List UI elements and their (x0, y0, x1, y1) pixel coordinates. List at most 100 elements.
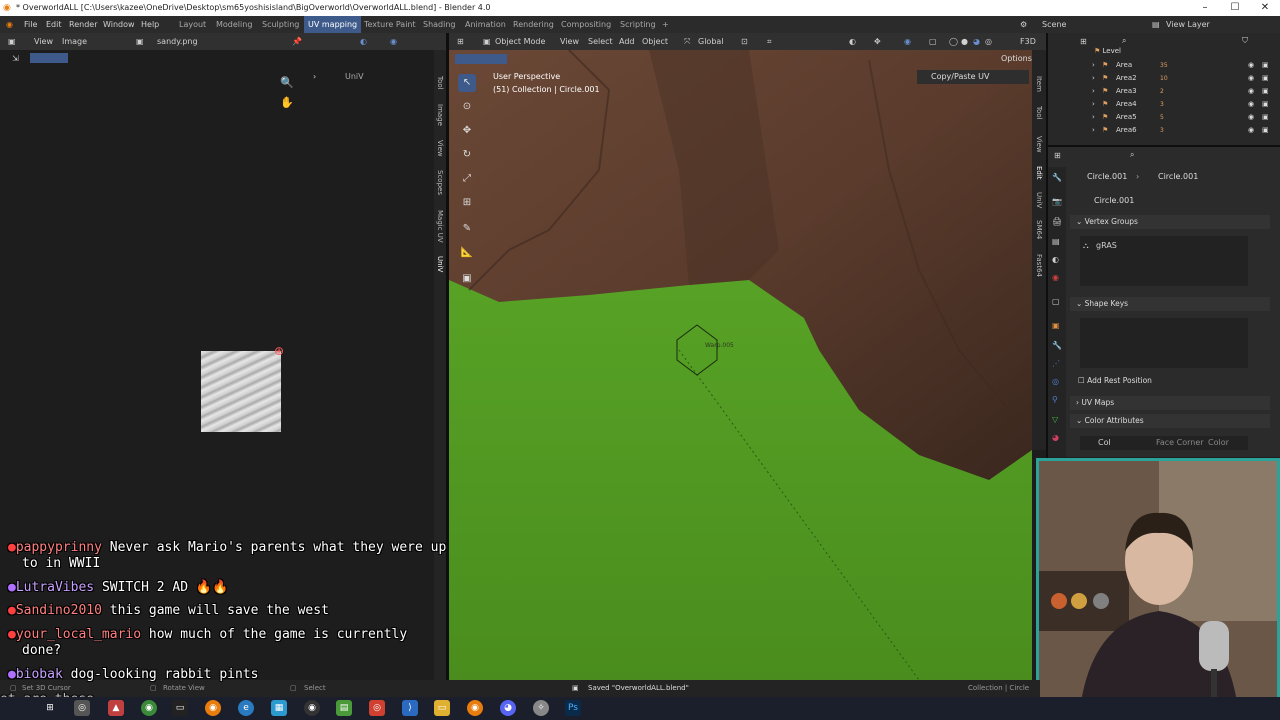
tab-rendering[interactable]: Rendering (513, 16, 554, 33)
zoom-icon[interactable]: 🔍 (280, 76, 294, 89)
data-props-icon[interactable]: ▽ (1052, 415, 1058, 424)
breadcrumb-mesh[interactable]: Circle.001 (1158, 172, 1198, 181)
view-layer-props-icon[interactable]: ▤ (1052, 237, 1060, 246)
obs-icon[interactable]: ◉ (304, 700, 320, 716)
particles-props-icon[interactable]: ⋰ (1052, 359, 1060, 368)
uv-box-select-icon[interactable] (30, 53, 68, 63)
taskbar-app-icon[interactable]: ◎ (74, 700, 90, 716)
blender-menu-icon[interactable]: ◉ (6, 16, 13, 33)
pin-icon[interactable]: 📌 (292, 33, 302, 50)
orientation-dropdown[interactable]: Global (698, 33, 724, 50)
blender-active-taskbar-icon[interactable]: ◉ (467, 700, 483, 716)
vp-tab-univ[interactable]: UniV (1035, 192, 1043, 208)
add-cube-tool-icon[interactable]: ▣ (458, 270, 476, 288)
constraints-props-icon[interactable]: ⚲ (1052, 395, 1058, 404)
taskbar-app-icon[interactable]: ▲ (108, 700, 124, 716)
notepad-icon[interactable]: ▤ (336, 700, 352, 716)
file-explorer-icon[interactable]: ▭ (434, 700, 450, 716)
gizmo-icon[interactable]: ✥ (874, 33, 881, 50)
uv-menu-image[interactable]: Image (62, 33, 87, 50)
viewport-3d[interactable]: Warp.005 User Perspective (51) Collectio… (449, 50, 1032, 680)
shading-wire-icon[interactable]: ◯ (949, 33, 958, 50)
viewport-overlay-icon[interactable]: ◉ (904, 33, 911, 50)
scene-selector[interactable]: Scene (1042, 16, 1066, 33)
transform-tool-icon[interactable]: ⊞ (458, 194, 476, 212)
render-camera-icon[interactable]: ▣ (1262, 111, 1269, 124)
vp-tab-tool[interactable]: Tool (1035, 106, 1043, 120)
shape-keys-header[interactable]: ⌄ Shape Keys (1070, 297, 1270, 311)
visibility-eye-icon[interactable]: ◉ (1248, 111, 1254, 124)
uv-view-controls-icon[interactable]: ◐ (360, 33, 367, 50)
taskbar-app-icon[interactable]: ▦ (271, 700, 287, 716)
taskbar-app-icon[interactable]: ✧ (533, 700, 549, 716)
breadcrumb-object[interactable]: Circle.001 (1087, 172, 1127, 181)
vp-tab-view[interactable]: View (1035, 136, 1043, 153)
xray-icon[interactable]: ▢ (929, 33, 937, 50)
mode-dropdown[interactable]: Object Mode (495, 33, 545, 50)
photoshop-icon[interactable]: Ps (565, 700, 581, 716)
tab-modeling[interactable]: Modeling (216, 16, 252, 33)
shape-keys-list[interactable] (1080, 318, 1248, 368)
outliner-search-icon[interactable]: ⌕ (1122, 36, 1126, 46)
tab-uv-mapping[interactable]: UV mapping (304, 16, 362, 33)
vp-tab-sm64[interactable]: SM64 (1035, 220, 1043, 239)
edge-icon[interactable]: e (238, 700, 254, 716)
move-tool-icon[interactable]: ✥ (458, 122, 476, 140)
visibility-eye-icon[interactable]: ◉ (1248, 98, 1254, 111)
viewport-editor-type-icon[interactable]: ⊞ (457, 33, 464, 50)
vp-tab-item[interactable]: Item (1035, 76, 1043, 92)
snap-icon[interactable]: ⌗ (767, 33, 772, 50)
render-camera-icon[interactable]: ▣ (1262, 72, 1269, 85)
vertex-groups-header[interactable]: ⌄ Vertex Groups (1070, 215, 1270, 229)
tab-sculpting[interactable]: Sculpting (262, 16, 299, 33)
minimize-button[interactable]: – (1190, 0, 1220, 16)
pan-hand-icon[interactable]: ✋ (280, 96, 294, 109)
rotate-tool-icon[interactable]: ↻ (458, 146, 476, 164)
viewport-select-mode-icon[interactable] (455, 54, 507, 64)
menu-window[interactable]: Window (103, 16, 135, 33)
view-layer-selector[interactable]: View Layer (1166, 16, 1210, 33)
properties-search-icon[interactable]: ⌕ (1130, 150, 1134, 160)
tab-layout[interactable]: Layout (179, 16, 206, 33)
color-attribute-row[interactable]: Col Face Corner Color (1080, 436, 1248, 450)
color-attributes-header[interactable]: ⌄ Color Attributes (1070, 414, 1270, 428)
editor-type-icon[interactable]: ▣ (8, 33, 16, 50)
viewport-menu-add[interactable]: Add (619, 33, 635, 50)
uv-tab-univ[interactable]: UniV (436, 256, 444, 272)
collection-props-icon[interactable]: ▢ (1052, 297, 1060, 306)
add-workspace-button[interactable]: + (662, 16, 669, 33)
visibility-eye-icon[interactable]: ◉ (1248, 72, 1254, 85)
image-browse-icon[interactable]: ▣ (136, 33, 144, 50)
vscode-icon[interactable]: ⟩ (402, 700, 418, 716)
render-props-icon[interactable]: 📷 (1052, 197, 1062, 206)
discord-icon[interactable]: ◕ (500, 700, 516, 716)
render-camera-icon[interactable]: ▣ (1262, 85, 1269, 98)
tab-texture-paint[interactable]: Texture Paint (364, 16, 416, 33)
viewport-menu-object[interactable]: Object (642, 33, 668, 50)
copy-paste-uv-panel[interactable]: Copy/Paste UV (917, 70, 1029, 84)
overlay-icon[interactable]: ◉ (390, 33, 397, 50)
output-props-icon[interactable]: 🖨 (1052, 217, 1062, 226)
terminal-icon[interactable]: ▭ (172, 700, 188, 716)
maximize-button[interactable]: ☐ (1220, 0, 1250, 16)
measure-tool-icon[interactable]: 📐 (458, 244, 476, 262)
chrome-icon[interactable]: ◉ (141, 700, 157, 716)
vp-tab-fast64[interactable]: Fast64 (1035, 254, 1043, 277)
menu-edit[interactable]: Edit (46, 16, 62, 33)
outliner-level[interactable]: ⚑ Level (1094, 45, 1121, 58)
image-name-field[interactable]: sandy.png (157, 33, 198, 50)
add-rest-position-checkbox[interactable]: ☐ (1078, 376, 1087, 385)
visibility-eye-icon[interactable]: ◉ (1248, 85, 1254, 98)
vertex-groups-list[interactable]: ⛬ gRAS (1080, 236, 1248, 286)
divider-uv-viewport[interactable] (446, 33, 449, 680)
material-props-icon[interactable]: ◕ (1052, 433, 1059, 442)
outliner-filter-icon[interactable]: ⛉ (1242, 36, 1248, 46)
menu-help[interactable]: Help (141, 16, 159, 33)
shading-rendered-icon[interactable]: ◎ (985, 33, 992, 50)
shading-solid-icon[interactable]: ● (961, 33, 968, 50)
tool-props-icon[interactable]: 🔧 (1052, 173, 1062, 182)
uv-tab-image[interactable]: Image (436, 104, 444, 126)
mesh-name-field[interactable]: Circle.001 (1094, 196, 1134, 205)
annotate-tool-icon[interactable]: ✎ (458, 220, 476, 238)
uv-menu-view[interactable]: View (34, 33, 53, 50)
